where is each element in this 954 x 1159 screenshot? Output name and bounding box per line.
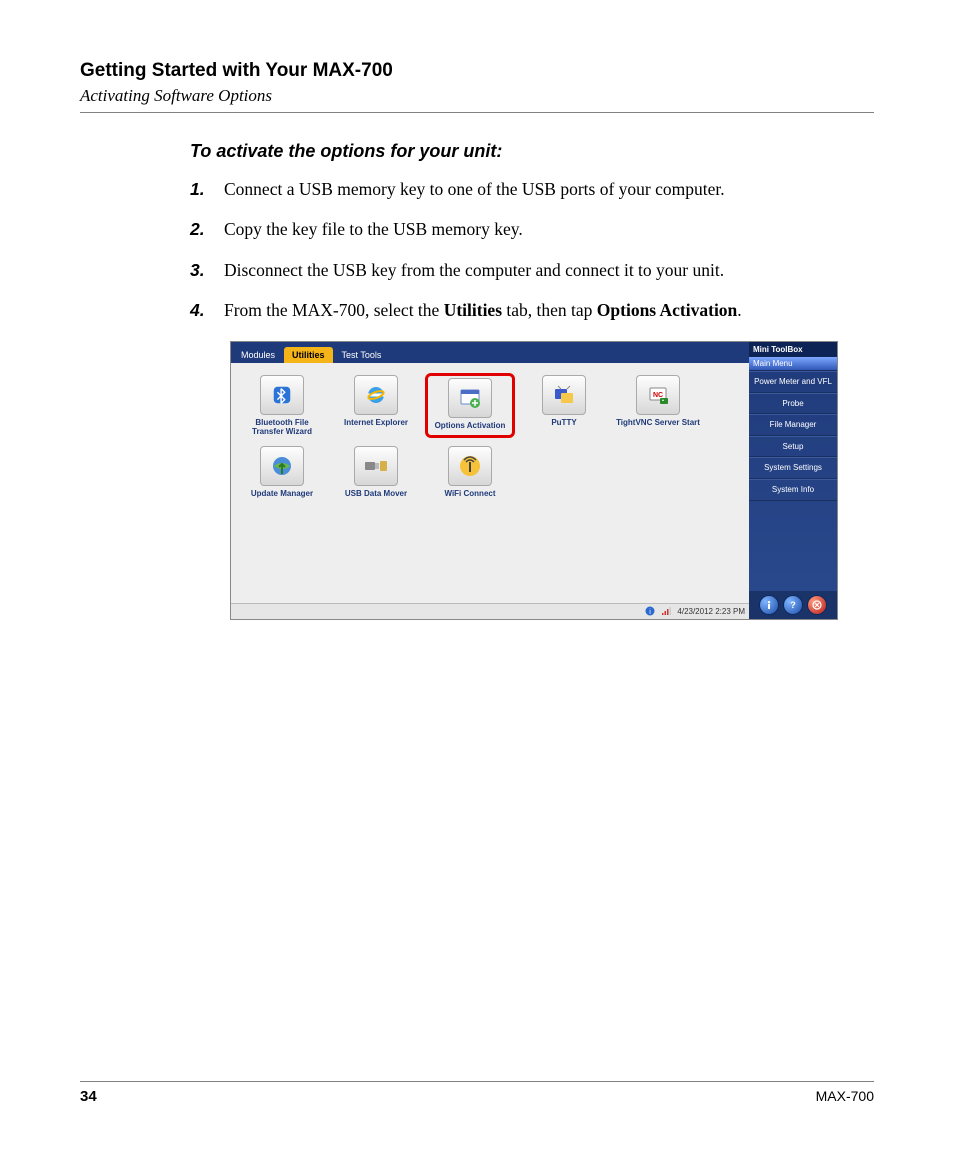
ie-icon [354, 375, 398, 415]
util-label: TightVNC Server Start [616, 418, 700, 427]
step-2: Copy the key file to the USB memory key. [190, 216, 874, 242]
step-1: Connect a USB memory key to one of the U… [190, 176, 874, 202]
step-bold: Options Activation [597, 300, 738, 320]
step-bold: Utilities [444, 300, 502, 320]
util-label: Bluetooth File Transfer Wizard [239, 418, 325, 436]
usb-icon [354, 446, 398, 486]
page-number: 34 [80, 1088, 97, 1105]
bluetooth-icon [260, 375, 304, 415]
tab-test-tools[interactable]: Test Tools [334, 347, 390, 363]
product-name: MAX-700 [816, 1088, 874, 1105]
tab-modules[interactable]: Modules [233, 347, 283, 363]
step-text: From the MAX-700, select the [224, 300, 444, 320]
sidebar-item-setup[interactable]: Setup [749, 436, 837, 458]
svg-text:?: ? [790, 600, 796, 610]
chapter-title: Getting Started with Your MAX-700 [80, 60, 874, 82]
util-wifi-connect[interactable]: WiFi Connect [425, 444, 515, 500]
tab-utilities[interactable]: Utilities [284, 347, 333, 363]
status-bar: i 4/23/2012 2:23 PM [231, 603, 749, 619]
util-label: WiFi Connect [444, 489, 495, 498]
close-button[interactable] [807, 595, 827, 615]
util-label: PuTTY [551, 418, 576, 427]
sidebar-header: Main Menu [749, 357, 837, 371]
svg-text:NC: NC [653, 392, 663, 399]
util-label: Options Activation [435, 421, 506, 430]
footer-rule [80, 1081, 874, 1082]
step-list: Connect a USB memory key to one of the U… [190, 176, 874, 323]
utilities-grid: Bluetooth File Transfer Wizard Internet … [231, 363, 749, 603]
embedded-screenshot: Modules Utilities Test Tools Bluetooth F… [230, 341, 838, 620]
sidebar-item-file-manager[interactable]: File Manager [749, 414, 837, 436]
page-header: Getting Started with Your MAX-700 Activa… [80, 60, 874, 113]
util-update-manager[interactable]: Update Manager [237, 444, 327, 500]
util-putty[interactable]: PuTTY [519, 373, 609, 438]
util-usb-data-mover[interactable]: USB Data Mover [331, 444, 421, 500]
info-status-icon: i [645, 606, 655, 618]
putty-icon [542, 375, 586, 415]
sidebar-spacer [749, 501, 837, 591]
sidebar-item-system-info[interactable]: System Info [749, 479, 837, 501]
status-datetime: 4/23/2012 2:23 PM [677, 607, 745, 616]
util-options-activation[interactable]: Options Activation [425, 373, 515, 438]
util-label: USB Data Mover [345, 489, 407, 498]
section-subtitle: Activating Software Options [80, 86, 874, 106]
signal-icon [661, 606, 671, 618]
sidebar-title: Mini ToolBox [749, 342, 837, 357]
options-activation-icon [448, 378, 492, 418]
vnc-icon: NC [636, 375, 680, 415]
util-label: Update Manager [251, 489, 313, 498]
procedure-title: To activate the options for your unit: [190, 141, 874, 162]
step-text: Copy the key file to the USB memory key. [224, 219, 523, 239]
util-label: Internet Explorer [344, 418, 408, 427]
util-ie[interactable]: Internet Explorer [331, 373, 421, 438]
help-button[interactable]: ? [783, 595, 803, 615]
info-button[interactable] [759, 595, 779, 615]
sidebar-item-probe[interactable]: Probe [749, 393, 837, 415]
sidebar-item-system-settings[interactable]: System Settings [749, 457, 837, 479]
sidebar-item-power-meter[interactable]: Power Meter and VFL [749, 371, 837, 393]
tab-bar: Modules Utilities Test Tools [231, 342, 749, 363]
step-text: . [737, 300, 741, 320]
step-text: Connect a USB memory key to one of the U… [224, 179, 725, 199]
util-tightvnc[interactable]: NC TightVNC Server Start [613, 373, 703, 438]
screenshot-main: Modules Utilities Test Tools Bluetooth F… [231, 342, 749, 619]
sidebar-bottom-buttons: ? [749, 591, 837, 619]
step-4: From the MAX-700, select the Utilities t… [190, 297, 874, 323]
content-body: To activate the options for your unit: C… [190, 141, 874, 620]
update-icon [260, 446, 304, 486]
sidebar: Mini ToolBox Main Menu Power Meter and V… [749, 342, 837, 619]
step-text: tab, then tap [502, 300, 597, 320]
step-3: Disconnect the USB key from the computer… [190, 257, 874, 283]
util-bluetooth[interactable]: Bluetooth File Transfer Wizard [237, 373, 327, 438]
header-rule [80, 112, 874, 113]
page-footer: 34 MAX-700 [80, 1081, 874, 1105]
step-text: Disconnect the USB key from the computer… [224, 260, 724, 280]
wifi-icon [448, 446, 492, 486]
